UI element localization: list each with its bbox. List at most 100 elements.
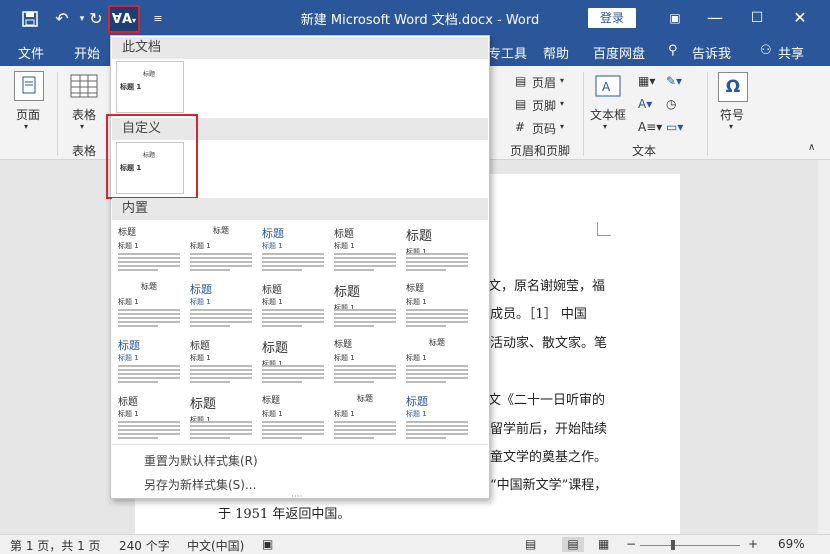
thumb-text-line (190, 253, 252, 255)
textbox-button[interactable]: 文本框 (590, 106, 626, 123)
footer-dropdown-icon[interactable]: ▾ (560, 99, 564, 108)
style-thumb-builtin[interactable]: 标题 标题 1 (331, 391, 399, 443)
style-set-icon[interactable]: ⱯA▾ (108, 5, 140, 33)
zoom-out-icon[interactable]: − (626, 537, 636, 551)
word-count[interactable]: 240 个字 (119, 537, 170, 554)
user-icon[interactable]: ⚇ (760, 43, 772, 58)
dropcap-icon[interactable]: A≡▾ (638, 120, 662, 134)
style-thumb-builtin[interactable]: 标题 标题 1 (115, 335, 183, 387)
textbox-dropdown-icon[interactable]: ▾ (603, 122, 607, 131)
tell-me-search[interactable]: 告诉我 (692, 43, 731, 62)
thumb-heading: 标题 1 (262, 410, 283, 418)
thumb-heading: 标题 1 (334, 304, 355, 312)
style-thumb-builtin[interactable]: 标题 标题 1 (331, 335, 399, 387)
symbol-dropdown-icon[interactable]: ▾ (729, 122, 733, 131)
web-layout-icon[interactable]: ▦ (598, 537, 609, 551)
style-thumb-builtin[interactable]: 标题 标题 1 (187, 335, 255, 387)
header-dropdown-icon[interactable]: ▾ (560, 76, 564, 85)
page-number-dropdown-icon[interactable]: ▾ (560, 122, 564, 131)
table-button[interactable]: 表格 (72, 106, 96, 123)
print-layout-icon[interactable]: ▤ (562, 537, 584, 552)
lightbulb-icon[interactable]: ⚲ (668, 43, 678, 58)
quick-parts-icon[interactable]: ▦▾ (638, 74, 655, 88)
page-count[interactable]: 第 1 页，共 1 页 (10, 537, 101, 554)
save-icon[interactable] (18, 6, 42, 32)
page-button[interactable]: 页面 (16, 106, 40, 123)
vertical-scrollbar[interactable] (818, 160, 830, 534)
thumb-title: 标题 (118, 397, 138, 408)
tab-baidu[interactable]: 百度网盘 (593, 43, 645, 62)
tab-file[interactable]: 文件 (18, 43, 44, 62)
wordart-icon[interactable]: A▾ (638, 97, 652, 111)
page-dropdown-icon[interactable]: ▾ (24, 122, 28, 131)
thumb-text-line (190, 373, 252, 375)
style-thumb-builtin[interactable]: 标题 标题 1 (331, 223, 399, 275)
reset-style-set[interactable]: 重置为默认样式集(R) (144, 452, 258, 469)
thumb-text-line (334, 425, 396, 427)
thumb-text-line (118, 421, 180, 423)
tab-help[interactable]: 帮助 (543, 43, 569, 62)
object-icon[interactable]: ▭▾ (666, 120, 683, 134)
style-thumb-builtin[interactable]: 标题 标题 1 (403, 279, 471, 331)
collapse-ribbon-icon[interactable]: ∧ (808, 142, 815, 153)
datetime-icon[interactable]: ◷ (666, 97, 676, 111)
thumb-title: 标题 (334, 340, 353, 350)
style-thumb-builtin[interactable]: 标题 标题 1 (187, 391, 255, 443)
style-thumb-current[interactable]: 标题 标题 1 (116, 61, 184, 113)
thumb-text-line (118, 377, 180, 379)
redo-icon[interactable]: ↻ (84, 6, 108, 32)
resize-grip-icon[interactable]: ···· (291, 492, 302, 502)
style-thumb-builtin[interactable]: 标题 标题 1 (403, 223, 471, 275)
symbol-button[interactable]: 符号 (720, 106, 744, 123)
style-thumb-builtin[interactable]: 标题 标题 1 (259, 223, 327, 275)
style-thumb-builtin[interactable]: 标题 标题 1 (331, 279, 399, 331)
thumb-text-line (118, 265, 180, 267)
gallery-divider (112, 444, 488, 445)
share-button[interactable]: 共享 (778, 43, 804, 62)
thumb-text-line (190, 437, 230, 439)
customize-qat-icon[interactable]: ≡ (146, 6, 170, 32)
thumb-text-line (334, 373, 396, 375)
thumb-heading: 标题 1 (190, 242, 211, 250)
style-thumb-builtin[interactable]: 标题 标题 1 (259, 391, 327, 443)
page-icon[interactable] (14, 71, 44, 101)
style-thumb-builtin[interactable]: 标题 标题 1 (259, 279, 327, 331)
table-icon[interactable] (70, 74, 98, 100)
thumb-text-line (334, 261, 396, 263)
zoom-level[interactable]: 69% (778, 537, 805, 551)
omega-icon[interactable]: Ω (718, 72, 748, 102)
thumb-text-line (334, 313, 396, 315)
textbox-icon[interactable]: A (594, 74, 622, 100)
doc-text-line: 于 1951 年返回中国。 (218, 507, 351, 522)
header-button[interactable]: 页眉 (532, 74, 556, 91)
close-icon[interactable]: ✕ (780, 6, 820, 30)
page-number-button[interactable]: 页码 (532, 120, 556, 137)
style-thumb-builtin[interactable]: 标题 标题 1 (115, 279, 183, 331)
style-thumb-builtin[interactable]: 标题 标题 1 (403, 391, 471, 443)
style-thumb-builtin[interactable]: 标题 标题 1 (115, 223, 183, 275)
proofing-icon[interactable]: ▣ (262, 537, 273, 551)
style-thumb-builtin[interactable]: 标题 标题 1 (403, 335, 471, 387)
zoom-slider[interactable] (640, 545, 740, 546)
style-thumb-builtin[interactable]: 标题 标题 1 (187, 279, 255, 331)
style-thumb-builtin[interactable]: 标题 标题 1 (187, 223, 255, 275)
save-new-style-set[interactable]: 另存为新样式集(S)... (144, 476, 256, 493)
tab-home[interactable]: 开始 (74, 43, 100, 62)
thumb-text-line (118, 317, 180, 319)
tab-tools[interactable]: 专工具 (488, 43, 527, 62)
minimize-icon[interactable]: — (695, 6, 735, 30)
zoom-in-icon[interactable]: + (748, 537, 758, 551)
footer-button[interactable]: 页脚 (532, 97, 556, 114)
window-title: 新建 Microsoft Word 文档.docx - Word (300, 13, 540, 28)
zoom-slider-thumb[interactable] (670, 540, 675, 550)
focus-mode-icon[interactable]: ▤ (525, 537, 536, 551)
style-thumb-builtin[interactable]: 标题 标题 1 (115, 391, 183, 443)
login-button[interactable]: 登录 (588, 8, 636, 28)
ribbon-display-icon[interactable]: ▣ (655, 6, 695, 30)
doc-text-line: “中国新文学”课程， (490, 478, 608, 493)
language[interactable]: 中文(中国) (187, 537, 244, 554)
table-dropdown-icon[interactable]: ▾ (80, 122, 84, 131)
maximize-icon[interactable]: ☐ (737, 6, 777, 30)
style-thumb-builtin[interactable]: 标题 标题 1 (259, 335, 327, 387)
signature-line-icon[interactable]: ✎▾ (666, 74, 682, 88)
